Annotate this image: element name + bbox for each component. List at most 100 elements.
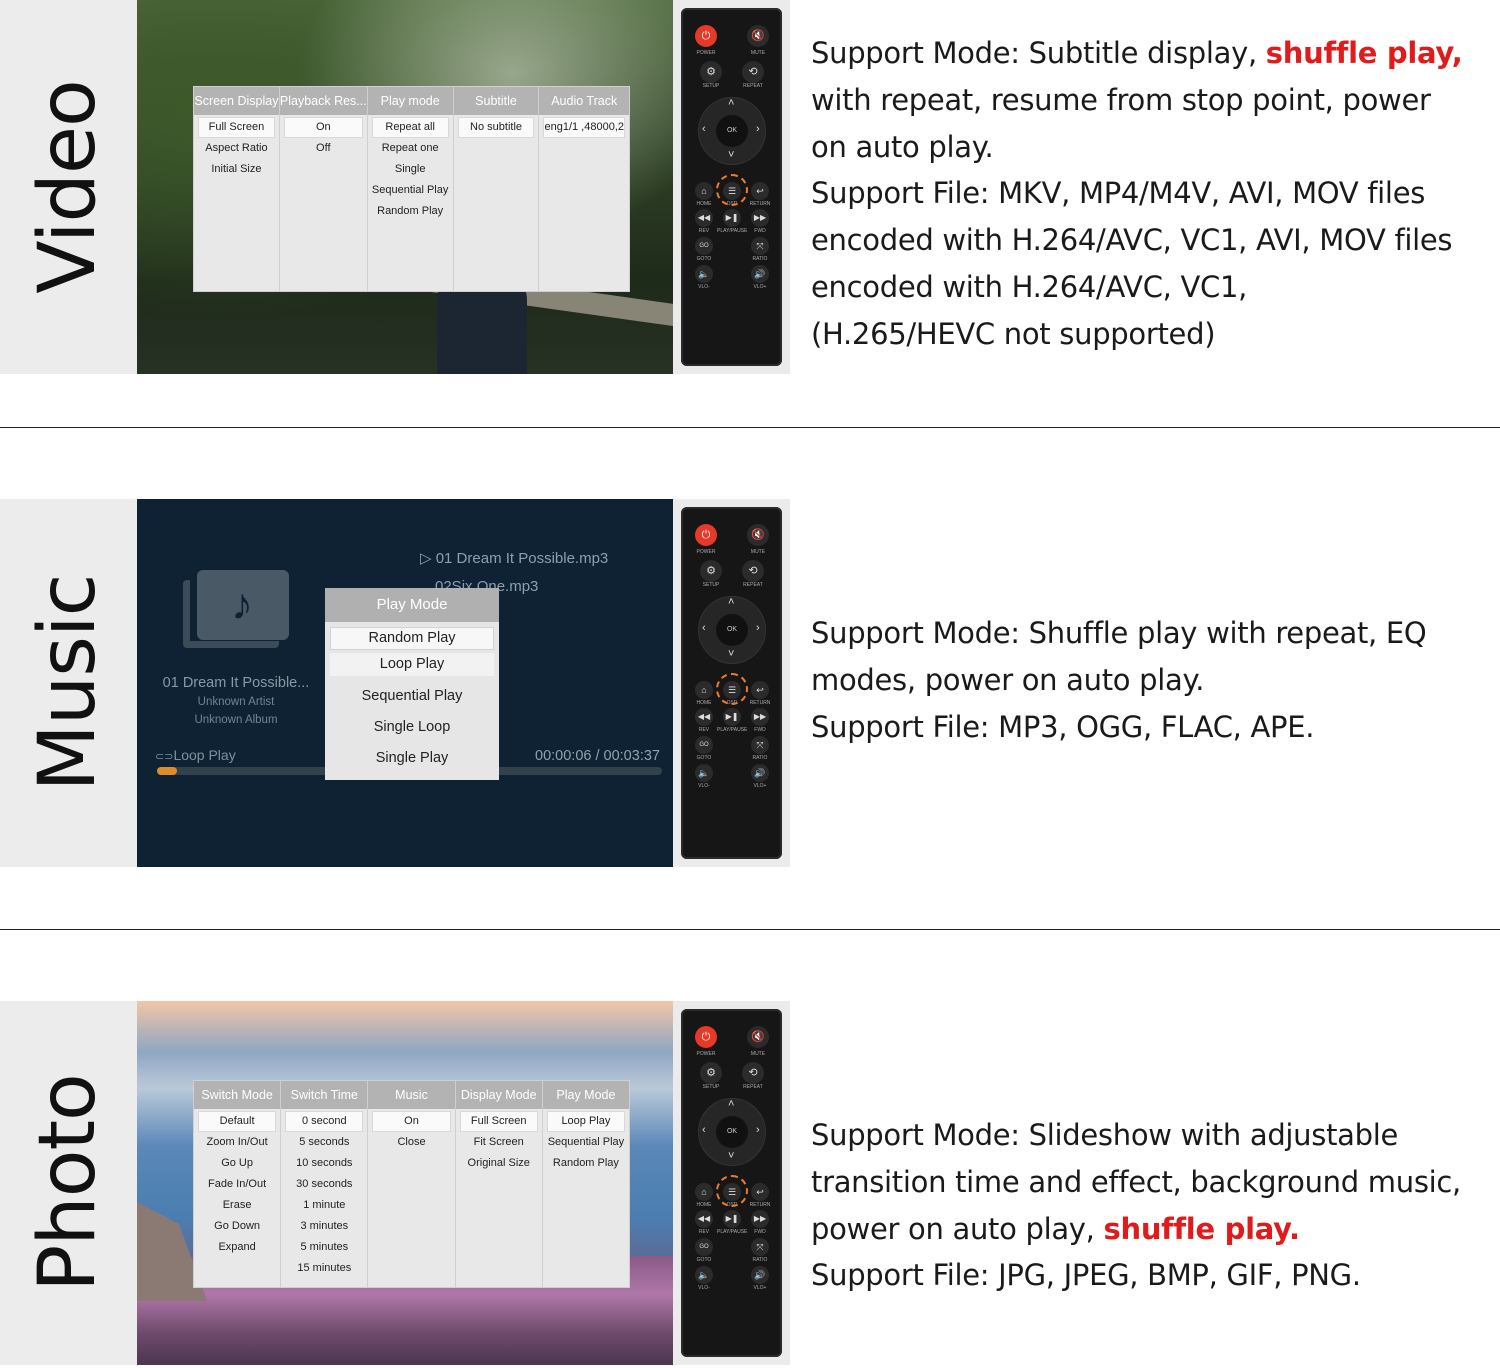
photo-menu-header[interactable]: Switch Mode: [194, 1081, 281, 1109]
video-menu-header[interactable]: Subtitle: [453, 87, 539, 115]
setup-button[interactable]: ⚙: [700, 560, 722, 582]
photo-menu-header[interactable]: Switch Time: [281, 1081, 368, 1109]
down-arrow-icon[interactable]: ˅: [728, 1150, 734, 1162]
dpad[interactable]: ˄ ˅ ‹ › OK: [698, 97, 766, 165]
photo-menu-option[interactable]: 10 seconds: [285, 1153, 363, 1174]
ratio-button[interactable]: ⤧: [751, 237, 769, 255]
photo-menu-option[interactable]: Zoom In/Out: [198, 1132, 276, 1153]
mute-button[interactable]: 🔇: [747, 1026, 769, 1048]
volume-up-button[interactable]: 🔊: [751, 265, 769, 283]
photo-menu-option[interactable]: Erase: [198, 1195, 276, 1216]
volume-down-button[interactable]: 🔈: [695, 265, 713, 283]
power-button[interactable]: ⏻: [695, 524, 717, 546]
return-button[interactable]: ↩: [751, 681, 769, 699]
photo-menu-option[interactable]: 30 seconds: [285, 1174, 363, 1195]
photo-menu-option[interactable]: Sequential Play: [547, 1132, 625, 1153]
photo-menu-option[interactable]: Loop Play: [546, 1111, 626, 1132]
forward-button[interactable]: ▶▶: [751, 708, 769, 726]
goto-button[interactable]: GO: [695, 1238, 713, 1256]
ok-button[interactable]: OK: [716, 1116, 748, 1148]
ok-button[interactable]: OK: [716, 614, 748, 646]
play-mode-option-single-play[interactable]: Single Play: [330, 743, 494, 774]
repeat-button[interactable]: ⟲: [742, 1062, 764, 1084]
photo-menu-option[interactable]: 1 minute: [285, 1195, 363, 1216]
play-pause-button[interactable]: ▶❚: [723, 1210, 741, 1228]
home-button[interactable]: ⌂: [695, 681, 713, 699]
goto-button[interactable]: GO: [695, 237, 713, 255]
video-menu-option[interactable]: Sequential Play: [372, 180, 449, 201]
power-button[interactable]: ⏻: [695, 25, 717, 47]
video-menu-option[interactable]: Repeat one: [372, 138, 449, 159]
photo-menu-option[interactable]: Go Down: [198, 1216, 276, 1237]
photo-menu-option[interactable]: Fit Screen: [460, 1132, 538, 1153]
video-menu-option[interactable]: On: [283, 117, 363, 138]
photo-menu-option[interactable]: 0 second: [285, 1111, 364, 1132]
play-pause-button[interactable]: ▶❚: [723, 708, 741, 726]
goto-button[interactable]: GO: [695, 736, 713, 754]
right-arrow-icon[interactable]: ›: [756, 123, 760, 135]
home-button[interactable]: ⌂: [695, 1183, 713, 1201]
ok-button[interactable]: OK: [716, 115, 748, 147]
ratio-button[interactable]: ⤧: [751, 1238, 769, 1256]
play-mode-option-random[interactable]: Random Play: [330, 627, 494, 650]
setup-button[interactable]: ⚙: [700, 61, 722, 83]
photo-menu-option[interactable]: Full Screen: [459, 1111, 538, 1132]
ratio-button[interactable]: ⤧: [751, 736, 769, 754]
photo-menu-option[interactable]: On: [372, 1111, 451, 1132]
video-menu-option[interactable]: Off: [284, 138, 363, 159]
play-mode-option-single-loop[interactable]: Single Loop: [330, 712, 494, 743]
up-arrow-icon[interactable]: ˄: [728, 596, 734, 608]
play-mode-option-loop[interactable]: Loop Play: [330, 653, 494, 676]
video-menu-option[interactable]: Full Screen: [198, 117, 275, 138]
repeat-button[interactable]: ⟲: [742, 560, 764, 582]
video-menu-option[interactable]: No subtitle: [457, 117, 535, 138]
video-menu-header[interactable]: Screen Display: [194, 87, 279, 115]
left-arrow-icon[interactable]: ‹: [702, 622, 706, 634]
dpad[interactable]: ˄ ˅ ‹ › OK: [698, 1098, 766, 1166]
photo-menu-option[interactable]: Default: [198, 1111, 277, 1132]
photo-menu-header[interactable]: Music: [368, 1081, 455, 1109]
playlist-item-1[interactable]: ▷ 01 Dream It Possible.mp3: [420, 549, 608, 567]
play-mode-option-sequential[interactable]: Sequential Play: [330, 681, 494, 712]
photo-menu-option[interactable]: Go Up: [198, 1153, 276, 1174]
power-button[interactable]: ⏻: [695, 1026, 717, 1048]
dpad[interactable]: ˄ ˅ ‹ › OK: [698, 596, 766, 664]
video-menu-header[interactable]: Play mode: [367, 87, 453, 115]
repeat-button[interactable]: ⟲: [742, 61, 764, 83]
video-menu-option[interactable]: Repeat all: [371, 117, 449, 138]
rewind-button[interactable]: ◀◀: [695, 1210, 713, 1228]
rewind-button[interactable]: ◀◀: [695, 708, 713, 726]
forward-button[interactable]: ▶▶: [751, 209, 769, 227]
up-arrow-icon[interactable]: ˄: [728, 97, 734, 109]
video-menu-option[interactable]: Initial Size: [198, 159, 275, 180]
photo-menu-option[interactable]: Original Size: [460, 1153, 538, 1174]
play-pause-button[interactable]: ▶❚: [723, 209, 741, 227]
volume-down-button[interactable]: 🔈: [695, 1266, 713, 1284]
video-menu-option[interactable]: eng1/1 ,48000,2: [543, 117, 625, 138]
video-menu-header[interactable]: Playback Res...: [279, 87, 367, 115]
photo-menu-header[interactable]: Play Mode: [542, 1081, 630, 1109]
photo-menu-option[interactable]: Random Play: [547, 1153, 625, 1174]
return-button[interactable]: ↩: [751, 182, 769, 200]
down-arrow-icon[interactable]: ˅: [728, 149, 734, 161]
mute-button[interactable]: 🔇: [747, 524, 769, 546]
down-arrow-icon[interactable]: ˅: [728, 648, 734, 660]
rewind-button[interactable]: ◀◀: [695, 209, 713, 227]
home-button[interactable]: ⌂: [695, 182, 713, 200]
left-arrow-icon[interactable]: ‹: [702, 1124, 706, 1136]
video-menu-option[interactable]: Random Play: [372, 201, 449, 222]
photo-menu-header[interactable]: Display Mode: [455, 1081, 542, 1109]
left-arrow-icon[interactable]: ‹: [702, 123, 706, 135]
right-arrow-icon[interactable]: ›: [756, 622, 760, 634]
volume-down-button[interactable]: 🔈: [695, 764, 713, 782]
photo-menu-option[interactable]: Expand: [198, 1237, 276, 1258]
video-menu-option[interactable]: Single: [372, 159, 449, 180]
volume-up-button[interactable]: 🔊: [751, 1266, 769, 1284]
right-arrow-icon[interactable]: ›: [756, 1124, 760, 1136]
volume-up-button[interactable]: 🔊: [751, 764, 769, 782]
photo-menu-option[interactable]: 3 minutes: [285, 1216, 363, 1237]
photo-menu-option[interactable]: Fade In/Out: [198, 1174, 276, 1195]
setup-button[interactable]: ⚙: [700, 1062, 722, 1084]
forward-button[interactable]: ▶▶: [751, 1210, 769, 1228]
return-button[interactable]: ↩: [751, 1183, 769, 1201]
